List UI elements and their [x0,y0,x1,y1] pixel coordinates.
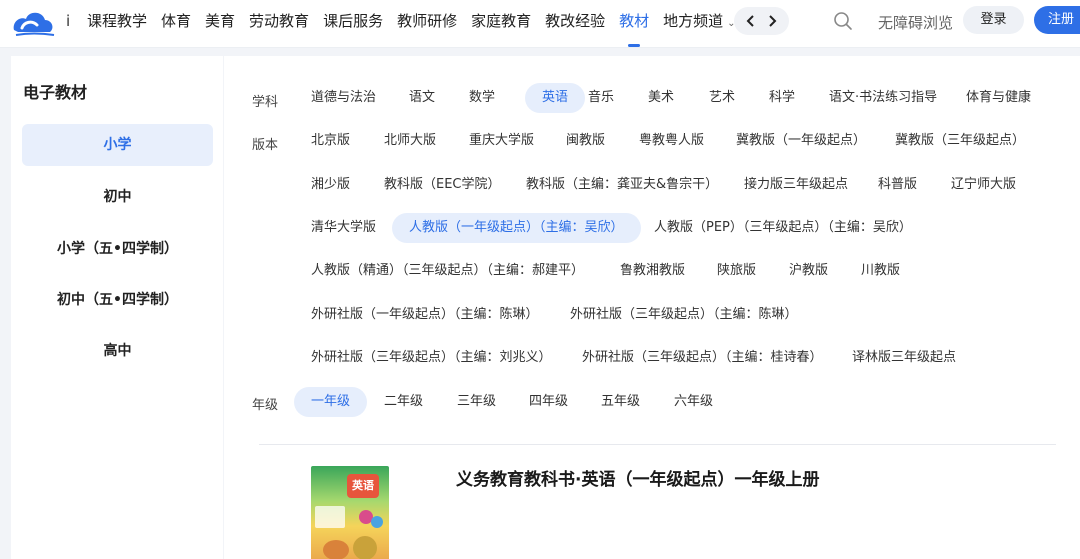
edition-option[interactable]: 教科版（主编：龚亚夫&鲁宗干） [509,170,735,200]
edition-option[interactable]: 人教版（精通）（三年级起点）（主编：郝建平） [294,256,601,286]
edition-option[interactable]: 科普版 [861,170,934,200]
grade-option[interactable]: 五年级 [584,387,657,417]
search-icon[interactable] [833,11,853,31]
grade-option[interactable]: 二年级 [367,387,440,417]
nav-label: 体育 [161,12,192,30]
subject-option[interactable]: 数学 [452,83,512,113]
edition-option[interactable]: 闽教版 [549,126,622,156]
edition-option[interactable]: 冀教版（三年级起点） [878,126,1042,156]
filter-panel: 学科 版本 年级 道德与法治 语文 数学英语 音乐 美术 艺术 科学 语文·书法练习指导 体育与… [224,56,1080,559]
top-header: i 课程教学 体育 美育 劳动教育 课后服务 教师研修 家庭教育 教改经验 教材 地方频道 ⌄ 无障… [0,0,1080,48]
nav-textbooks[interactable]: 教材 [619,0,649,48]
sidebar-item[interactable]: 初中（五•四学制） [22,279,213,321]
edition-option[interactable]: 北京版 [294,126,367,156]
book-cover[interactable]: 英语 [311,466,389,559]
edition-option[interactable]: 重庆大学版 [452,126,551,156]
nav-labor[interactable]: 劳动教育 [249,0,309,48]
book-title[interactable]: 义务教育教科书·英语（一年级起点）一年级上册 [456,465,819,490]
subject-option[interactable]: 科学 [752,83,812,113]
nav-item-cut[interactable]: i [66,12,70,30]
edition-option[interactable]: 清华大学版 [294,213,393,243]
grade-label: 年级 [252,398,279,413]
edition-option[interactable]: 接力版三年级起点 [727,170,865,200]
grade-option[interactable]: 六年级 [657,387,730,417]
edition-option[interactable]: 外研社版（三年级起点）（主编：陈琳） [553,300,815,330]
nav-label: 家庭教育 [471,12,532,30]
nav-label: 课程教学 [87,12,148,30]
subject-option[interactable]: 艺术 [692,83,752,113]
edition-option[interactable]: 湘少版 [294,170,367,200]
nav-family[interactable]: 家庭教育 [471,0,531,48]
sidebar-item[interactable]: 高中 [22,330,213,372]
sidebar: 电子教材 小学初中小学（五•四学制） 初中（五•四学制） 高中 [11,56,223,559]
nav-label: 地方频道 [663,12,724,30]
grade-option[interactable]: 三年级 [440,387,513,417]
cover-decoration [353,536,377,559]
nav-after-school[interactable]: 课后服务 [323,0,383,48]
nav-scroll-control [734,7,789,35]
subject-option[interactable]: 语文·书法练习指导 [812,83,954,113]
nav-label: 教改经验 [545,12,606,30]
edition-option[interactable]: 外研社版（三年级起点）（主编：刘兆义） [294,343,569,373]
edition-option[interactable]: 人教版（PEP）（三年级起点）（主编：吴欣） [637,213,929,243]
nav-reform[interactable]: 教改经验 [545,0,605,48]
sidebar-item[interactable]: 小学 [22,124,213,166]
nav-label: 劳动教育 [249,12,310,30]
chevron-left-icon[interactable] [745,15,757,27]
edition-option[interactable]: 外研社版（一年级起点）（主编：陈琳） [294,300,556,330]
subject-option[interactable]: 音乐 [571,83,631,113]
grade-option[interactable]: 一年级 [294,387,368,417]
edition-option[interactable]: 沪教版 [772,256,845,286]
subject-option[interactable]: 美术 [631,83,691,113]
main-nav: 课程教学 体育 美育 劳动教育 课后服务 教师研修 家庭教育 教改经验 教材 地方频道 ⌄ [87,0,750,48]
cover-decoration [371,516,383,528]
login-button[interactable]: 登录 [963,6,1024,34]
cover-decoration [323,540,349,559]
edition-option[interactable]: 鲁教湘教版 [603,256,702,286]
nav-arts[interactable]: 美育 [205,0,235,48]
sidebar-item[interactable]: 小学（五•四学制） [22,228,213,270]
edition-option[interactable]: 川教版 [844,256,917,286]
edition-option[interactable]: 外研社版（三年级起点）（主编：桂诗春） [565,343,840,373]
nav-local[interactable]: 地方频道 ⌄ [663,0,735,48]
nav-course-teaching[interactable]: 课程教学 [87,0,147,48]
subject-option[interactable]: 语文 [392,83,452,113]
sidebar-title: 电子教材 [23,83,88,102]
nav-label: 教材 [619,12,650,30]
grade-option[interactable]: 四年级 [512,387,585,417]
logo-icon[interactable] [10,8,56,38]
nav-label: 课后服务 [323,12,384,30]
register-button[interactable]: 注册 [1034,6,1080,34]
cover-title: 英语 [347,474,379,498]
divider [259,444,1056,445]
nav-label: 教师研修 [397,12,458,30]
edition-option[interactable]: 人教版（一年级起点）（主编：吴欣） [392,213,641,243]
edition-option[interactable]: 粤教粤人版 [622,126,721,156]
nav-label: 美育 [205,12,236,30]
subject-option[interactable]: 道德与法治 [294,83,393,113]
chevron-right-icon[interactable] [766,15,778,27]
edition-option[interactable]: 北师大版 [367,126,453,156]
accessibility-link[interactable]: 无障碍浏览 [878,12,953,33]
edition-option[interactable]: 辽宁师大版 [934,170,1033,200]
nav-pe[interactable]: 体育 [161,0,191,48]
edition-label: 版本 [252,138,279,153]
nav-teacher-training[interactable]: 教师研修 [397,0,457,48]
subject-label: 学科 [252,95,279,110]
edition-option[interactable]: 教科版（EEC学院） [367,170,518,200]
sidebar-item[interactable]: 初中 [22,176,213,218]
edition-option[interactable]: 译林版三年级起点 [835,343,973,373]
subject-option[interactable]: 体育与健康 [949,83,1048,113]
edition-option[interactable]: 冀教版（一年级起点） [719,126,883,156]
edition-option[interactable]: 陕旅版 [700,256,773,286]
cover-band [315,506,345,528]
